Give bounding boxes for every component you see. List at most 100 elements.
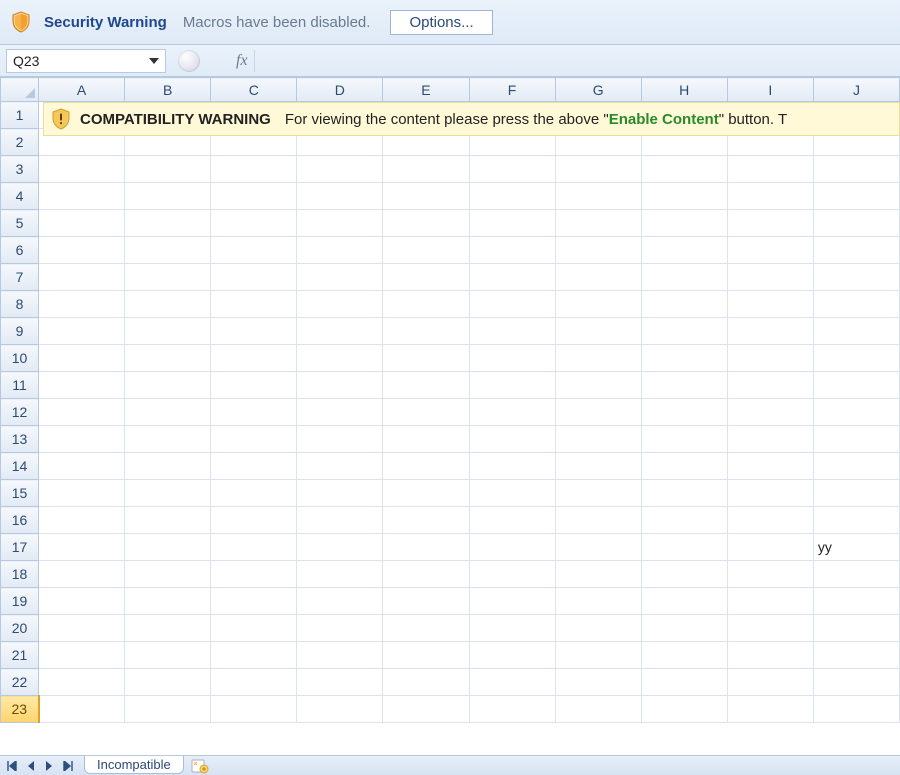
row-header[interactable]: 21 — [1, 642, 39, 669]
cell[interactable] — [641, 507, 727, 534]
cell[interactable] — [641, 480, 727, 507]
cell[interactable] — [125, 507, 211, 534]
cell[interactable] — [555, 210, 641, 237]
row-header[interactable]: 22 — [1, 669, 39, 696]
cell[interactable] — [555, 156, 641, 183]
cell[interactable] — [39, 480, 125, 507]
cell[interactable] — [39, 210, 125, 237]
cell[interactable] — [125, 480, 211, 507]
cell[interactable] — [211, 318, 297, 345]
row-header[interactable]: 9 — [1, 318, 39, 345]
cell[interactable] — [39, 318, 125, 345]
row-header[interactable]: 23 — [1, 696, 39, 723]
cell[interactable] — [813, 291, 899, 318]
cell[interactable] — [555, 615, 641, 642]
cell[interactable] — [727, 237, 813, 264]
cell[interactable] — [469, 264, 555, 291]
cell[interactable] — [297, 669, 383, 696]
cell[interactable] — [727, 291, 813, 318]
cell[interactable] — [555, 237, 641, 264]
row-header[interactable]: 8 — [1, 291, 39, 318]
cell[interactable] — [813, 210, 899, 237]
cell[interactable] — [641, 588, 727, 615]
column-header[interactable]: G — [555, 78, 641, 102]
cell[interactable] — [383, 183, 469, 210]
cell[interactable] — [39, 669, 125, 696]
cell[interactable] — [727, 507, 813, 534]
sheet-tab[interactable]: Incompatible — [84, 756, 184, 774]
column-header[interactable]: D — [297, 78, 383, 102]
cell[interactable] — [211, 291, 297, 318]
cell[interactable] — [39, 453, 125, 480]
cell[interactable] — [39, 237, 125, 264]
cell[interactable] — [469, 642, 555, 669]
cell[interactable] — [727, 561, 813, 588]
cell[interactable] — [383, 507, 469, 534]
cell[interactable] — [641, 453, 727, 480]
cell[interactable] — [125, 210, 211, 237]
cell[interactable] — [39, 264, 125, 291]
column-header[interactable]: C — [211, 78, 297, 102]
cell[interactable] — [383, 480, 469, 507]
cell[interactable] — [469, 534, 555, 561]
cell[interactable] — [297, 345, 383, 372]
column-header[interactable]: H — [641, 78, 727, 102]
cell[interactable] — [297, 696, 383, 723]
cell[interactable] — [211, 372, 297, 399]
cell[interactable] — [813, 399, 899, 426]
cell[interactable] — [813, 156, 899, 183]
column-header[interactable]: F — [469, 78, 555, 102]
cancel-formula-icon[interactable] — [178, 50, 200, 72]
cell[interactable] — [125, 426, 211, 453]
cell[interactable] — [383, 372, 469, 399]
cell[interactable] — [813, 426, 899, 453]
cell[interactable] — [297, 426, 383, 453]
cell[interactable] — [469, 615, 555, 642]
cell[interactable] — [469, 183, 555, 210]
cell[interactable] — [641, 237, 727, 264]
cell[interactable] — [211, 480, 297, 507]
tab-nav-first-icon[interactable] — [4, 758, 22, 774]
cell[interactable] — [297, 534, 383, 561]
cell[interactable] — [813, 588, 899, 615]
cell[interactable] — [727, 696, 813, 723]
cell[interactable] — [813, 264, 899, 291]
cell[interactable] — [211, 642, 297, 669]
cell[interactable] — [813, 237, 899, 264]
cell[interactable] — [469, 210, 555, 237]
row-header[interactable]: 20 — [1, 615, 39, 642]
cell[interactable] — [555, 426, 641, 453]
cell[interactable] — [211, 453, 297, 480]
cell[interactable] — [641, 669, 727, 696]
cell[interactable] — [813, 480, 899, 507]
cell[interactable] — [383, 399, 469, 426]
cell[interactable] — [297, 615, 383, 642]
row-header[interactable]: 3 — [1, 156, 39, 183]
cell[interactable] — [727, 453, 813, 480]
cell[interactable] — [727, 669, 813, 696]
fx-label[interactable]: fx — [230, 50, 255, 72]
cell[interactable] — [211, 615, 297, 642]
row-header[interactable]: 1 — [1, 102, 39, 129]
cell[interactable] — [641, 534, 727, 561]
cell[interactable] — [39, 291, 125, 318]
cell[interactable] — [383, 318, 469, 345]
cell[interactable] — [39, 426, 125, 453]
cell[interactable] — [39, 507, 125, 534]
cell[interactable] — [39, 561, 125, 588]
cell[interactable] — [813, 642, 899, 669]
formula-input[interactable] — [255, 50, 900, 72]
cell[interactable] — [297, 210, 383, 237]
cell[interactable] — [383, 156, 469, 183]
cell[interactable] — [641, 291, 727, 318]
cell[interactable] — [39, 372, 125, 399]
cell[interactable] — [297, 399, 383, 426]
cell[interactable] — [641, 156, 727, 183]
cell[interactable] — [813, 318, 899, 345]
cell[interactable] — [555, 588, 641, 615]
cell[interactable] — [297, 453, 383, 480]
cell[interactable] — [727, 642, 813, 669]
cell[interactable] — [383, 453, 469, 480]
cell[interactable] — [469, 372, 555, 399]
cell[interactable] — [469, 291, 555, 318]
